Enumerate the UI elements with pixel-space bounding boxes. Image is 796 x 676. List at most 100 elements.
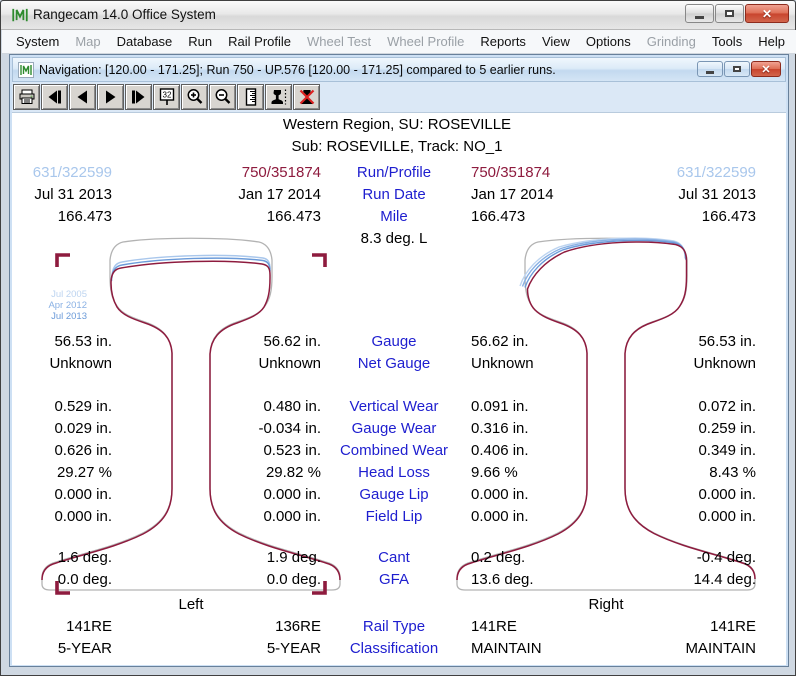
- value-left-outer: 29.27 %: [12, 463, 112, 483]
- value-right-outer: 0.000 in.: [582, 507, 782, 527]
- nav-prev-button[interactable]: [69, 84, 96, 110]
- nav-first-button[interactable]: [41, 84, 68, 110]
- menu-rail-profile[interactable]: Rail Profile: [220, 31, 299, 52]
- ruler-button[interactable]: [237, 84, 264, 110]
- table-row-vertical-wear: 0.529 in. 0.480 in. Vertical Wear 0.091 …: [12, 397, 782, 417]
- value-right-inner: Unknown: [467, 354, 582, 374]
- value-left-outer: 0.029 in.: [12, 419, 112, 439]
- value-left-outer: 56.53 in.: [12, 332, 112, 352]
- value-right-outer: 0.349 in.: [582, 441, 782, 461]
- navigation-title: Navigation: [120.00 - 171.25]; Run 750 -…: [39, 63, 556, 77]
- milepost-button[interactable]: 32: [153, 84, 180, 110]
- rail-profile-icon: [270, 88, 288, 106]
- value-right-inner: 166.473: [467, 207, 582, 227]
- toolbar: 32: [12, 82, 786, 112]
- value-left-inner: 136RE: [112, 617, 321, 637]
- menu-view[interactable]: View: [534, 31, 578, 52]
- menu-wheel-profile: Wheel Profile: [379, 31, 472, 52]
- value-left-inner: 1.9 deg.: [112, 548, 321, 568]
- menu-system[interactable]: System: [8, 31, 67, 52]
- milepost-icon: 32: [158, 88, 176, 106]
- menu-help[interactable]: Help: [750, 31, 793, 52]
- value-right-outer: 8.43 %: [582, 463, 782, 483]
- app-titlebar[interactable]: Rangecam 14.0 Office System ✕: [1, 1, 795, 30]
- table-row-gauge-wear: 0.029 in. -0.034 in. Gauge Wear 0.316 in…: [12, 419, 782, 439]
- table-row-gfa: 0.0 deg. 0.0 deg. GFA 13.6 deg. 14.4 deg…: [12, 570, 782, 590]
- value-left-outer: 0.000 in.: [12, 485, 112, 505]
- value-left-inner: 166.473: [112, 207, 321, 227]
- value-left-outer: Unknown: [12, 354, 112, 374]
- row-label: Field Lip: [321, 507, 467, 527]
- table-row-combined-wear: 0.626 in. 0.523 in. Combined Wear 0.406 …: [12, 441, 782, 461]
- zoom-out-button[interactable]: [209, 84, 236, 110]
- row-label: Gauge Wear: [321, 419, 467, 439]
- row-label: GFA: [321, 570, 467, 590]
- value-right-outer: 141RE: [582, 617, 782, 637]
- value-left-outer: 0.626 in.: [12, 441, 112, 461]
- row-label: Cant: [321, 548, 467, 568]
- table-row-net-gauge: Unknown Unknown Net Gauge Unknown Unknow…: [12, 354, 782, 374]
- zoom-in-button[interactable]: [181, 84, 208, 110]
- value-right-inner: 750/351874: [467, 163, 582, 183]
- table-row-mile: 166.473 166.473 Mile 166.473 166.473: [12, 207, 782, 227]
- nav-close-button[interactable]: ✕: [751, 61, 781, 77]
- value-right-inner: 0.316 in.: [467, 419, 582, 439]
- nav-minimize-button[interactable]: [697, 61, 723, 77]
- legend-item: Jul 2013: [35, 311, 87, 322]
- value-right-inner: Jan 17 2014: [467, 185, 582, 205]
- profile-view: Western Region, SU: ROSEVILLE Sub: ROSEV…: [12, 112, 786, 665]
- value-right-inner: 141RE: [467, 617, 582, 637]
- app-close-button[interactable]: ✕: [745, 4, 789, 23]
- value-right-outer: Unknown: [582, 354, 782, 374]
- curvature-value: 8.3 deg. L: [321, 229, 467, 249]
- value-left-outer: Jul 31 2013: [12, 185, 112, 205]
- app-maximize-button[interactable]: [715, 4, 744, 23]
- menubar: System Map Database Run Rail Profile Whe…: [2, 30, 796, 54]
- value-right-outer: 166.473: [582, 207, 782, 227]
- menu-map: Map: [67, 31, 108, 52]
- menu-tools[interactable]: Tools: [704, 31, 750, 52]
- table-row-cant: 1.6 deg. 1.9 deg. Cant 0.2 deg. -0.4 deg…: [12, 548, 782, 568]
- delete-rail-profile-button[interactable]: [293, 84, 320, 110]
- table-row-curvature: 8.3 deg. L: [12, 229, 782, 249]
- menu-run[interactable]: Run: [180, 31, 220, 52]
- row-label: Run/Profile: [321, 163, 467, 183]
- value-left-inner: 0.000 in.: [112, 507, 321, 527]
- row-label: Vertical Wear: [321, 397, 467, 417]
- table-row-gauge: 56.53 in. 56.62 in. Gauge 56.62 in. 56.5…: [12, 332, 782, 352]
- value-left-outer: 0.529 in.: [12, 397, 112, 417]
- menu-options[interactable]: Options: [578, 31, 639, 52]
- row-label: Combined Wear: [321, 441, 467, 461]
- right-rail-caption: Right: [456, 595, 756, 615]
- table-row-classification: 5-YEAR 5-YEAR Classification MAINTAIN MA…: [12, 639, 782, 659]
- nav-last-button[interactable]: [125, 84, 152, 110]
- rail-profile-button[interactable]: [265, 84, 292, 110]
- value-left-inner: 56.62 in.: [112, 332, 321, 352]
- app-minimize-button[interactable]: [685, 4, 714, 23]
- value-right-inner: 0.000 in.: [467, 507, 582, 527]
- nav-next-button[interactable]: [97, 84, 124, 110]
- nav-prev-icon: [74, 89, 91, 105]
- value-left-inner: -0.034 in.: [112, 419, 321, 439]
- nav-first-icon: [46, 89, 63, 105]
- print-button[interactable]: [13, 84, 40, 110]
- value-left-outer: 166.473: [12, 207, 112, 227]
- value-right-outer: MAINTAIN: [582, 639, 782, 659]
- row-label: Head Loss: [321, 463, 467, 483]
- nav-restore-button[interactable]: [724, 61, 750, 77]
- row-label: Classification: [321, 639, 467, 659]
- zoom-out-icon: [214, 88, 232, 106]
- row-label: Run Date: [321, 185, 467, 205]
- table-row-field-lip: 0.000 in. 0.000 in. Field Lip 0.000 in. …: [12, 507, 782, 527]
- table-row-head-loss: 29.27 % 29.82 % Head Loss 9.66 % 8.43 %: [12, 463, 782, 483]
- menu-grinding: Grinding: [639, 31, 704, 52]
- value-left-outer: 141RE: [12, 617, 112, 637]
- row-label: Gauge Lip: [321, 485, 467, 505]
- legend-item: Apr 2012: [35, 300, 87, 311]
- navigation-titlebar[interactable]: Navigation: [120.00 - 171.25]; Run 750 -…: [12, 57, 786, 82]
- table-row-rail-type: 141RE 136RE Rail Type 141RE 141RE: [12, 617, 782, 637]
- menu-database[interactable]: Database: [109, 31, 181, 52]
- value-right-inner: 0.091 in.: [467, 397, 582, 417]
- value-right-inner: 0.406 in.: [467, 441, 582, 461]
- menu-reports[interactable]: Reports: [472, 31, 534, 52]
